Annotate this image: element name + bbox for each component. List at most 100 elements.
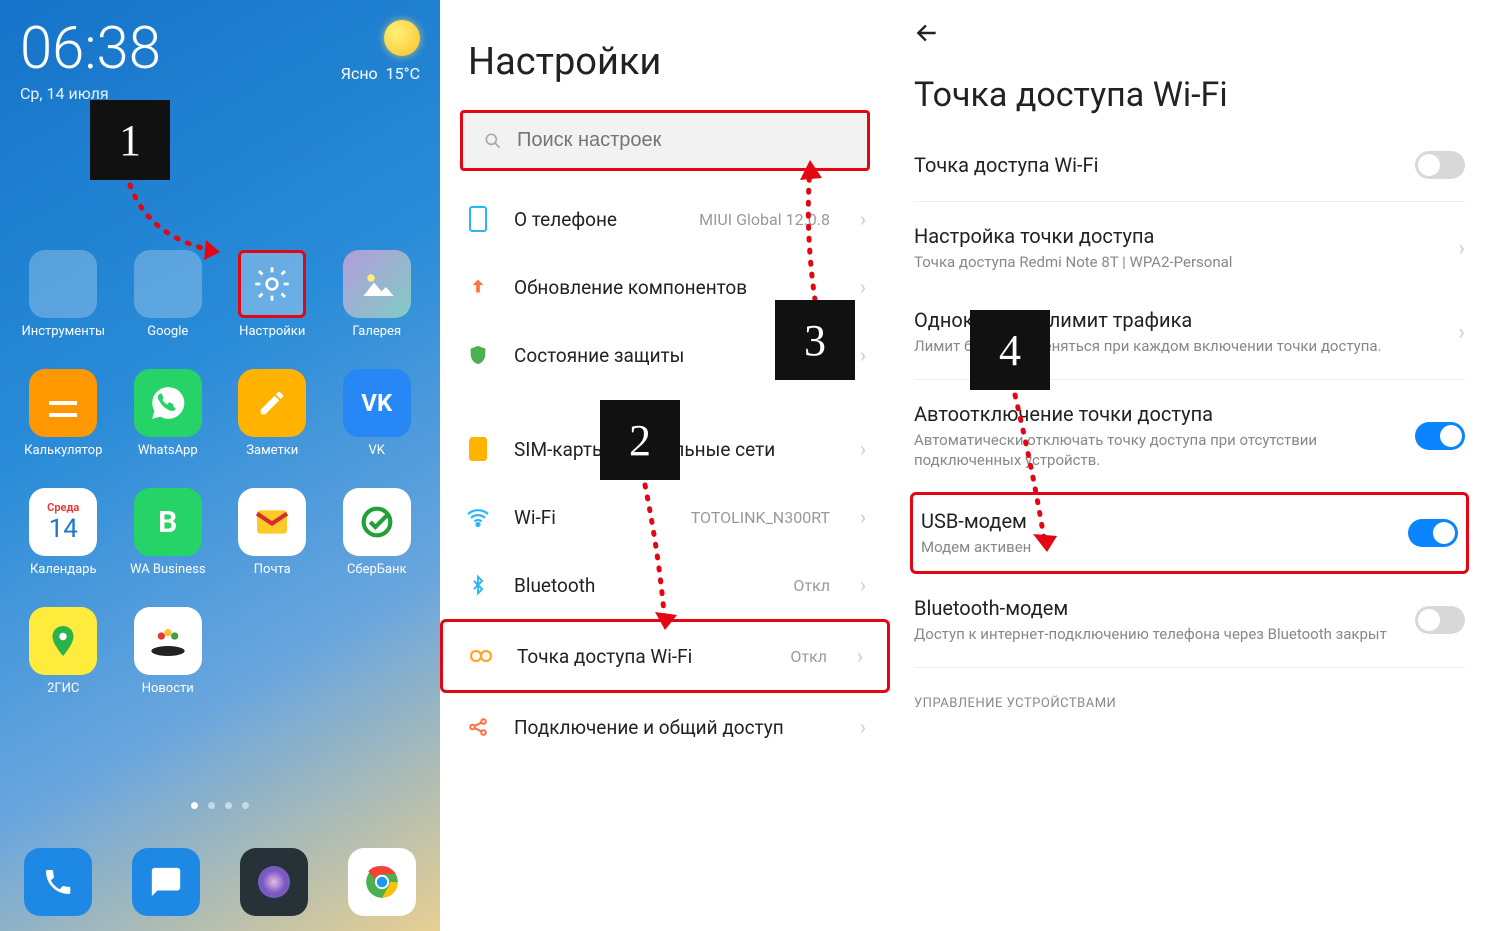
dock-phone-icon[interactable] [24, 848, 92, 916]
step-marker-3: 3 [775, 300, 855, 380]
gear-icon [238, 250, 306, 318]
home-clock-block: 06:38 Ср, 14 июля [20, 20, 161, 103]
app-label: WA Business [130, 562, 206, 577]
step-marker-4: 4 [970, 310, 1050, 390]
wifi-icon [464, 503, 492, 531]
2gis-icon [29, 607, 97, 675]
app-label: Почта [254, 562, 291, 577]
calendar-day-label: Среда [47, 501, 79, 514]
settings-item-connection[interactable]: Подключение и общий доступ › [440, 693, 890, 761]
app-calculator[interactable]: Калькулятор [20, 369, 107, 458]
chevron-right-icon: › [860, 343, 866, 367]
h-title: Точка доступа Wi-Fi [914, 153, 1399, 177]
app-vk[interactable]: VK VK [334, 369, 421, 458]
back-button[interactable] [890, 0, 1489, 53]
app-label: Новости [142, 681, 194, 696]
app-wa-business[interactable]: B WA Business [125, 488, 212, 577]
dock-chrome-icon[interactable] [348, 848, 416, 916]
app-label: Инструменты [21, 324, 105, 339]
chevron-right-icon: › [860, 437, 866, 461]
dock-camera-icon[interactable] [240, 848, 308, 916]
app-label: Google [147, 324, 188, 339]
hotspot-item-enable[interactable]: Точка доступа Wi-Fi [890, 133, 1489, 197]
h-title: USB-модем [921, 509, 1392, 533]
app-mail[interactable]: Почта [229, 488, 316, 577]
step-marker-1: 1 [90, 100, 170, 180]
chevron-right-icon: › [860, 715, 866, 739]
calculator-icon [29, 369, 97, 437]
home-weather[interactable]: Ясно 15°C [341, 20, 420, 83]
settings-screen: Настройки О телефоне MIUI Global 12.0.8 … [440, 0, 890, 931]
hotspot-item-bt[interactable]: Bluetooth-модем Доступ к интернет-подклю… [890, 578, 1489, 662]
folder-icon [29, 250, 97, 318]
app-label: Настройки [239, 324, 305, 339]
settings-item-label: Обновление компонентов [514, 276, 830, 299]
arrow-trail-2 [635, 480, 695, 650]
app-news[interactable]: Новости [125, 607, 212, 696]
calendar-day-num: 14 [49, 514, 78, 544]
hotspot-section-devices: УПРАВЛЕНИЕ УСТРОЙСТВАМИ [890, 672, 1489, 719]
arrow-trail-3 [790, 150, 850, 310]
divider [914, 667, 1465, 668]
hotspot-screen: Точка доступа Wi-Fi Точка доступа Wi-Fi … [890, 0, 1489, 931]
toggle-hotspot[interactable] [1415, 151, 1465, 179]
app-instruments[interactable]: Инструменты [20, 250, 107, 339]
home-pager [0, 802, 440, 809]
news-icon [134, 607, 202, 675]
app-2gis[interactable]: 2ГИС [20, 607, 107, 696]
home-clock: 06:38 [20, 20, 161, 78]
hotspot-item-autooff[interactable]: Автоотключение точки доступа Автоматичес… [890, 384, 1489, 489]
home-status-row: 06:38 Ср, 14 июля Ясно 15°C [0, 0, 440, 103]
hotspot-title: Точка доступа Wi-Fi [890, 53, 1489, 133]
home-dock [0, 848, 440, 916]
settings-search-input[interactable] [517, 129, 847, 152]
toggle-usb-modem[interactable] [1408, 519, 1458, 547]
search-icon [483, 131, 503, 151]
hotspot-item-usb[interactable]: USB-модем Модем активен [910, 492, 1469, 574]
home-weather-text: Ясно 15°C [341, 64, 420, 83]
chevron-right-icon: › [857, 644, 863, 668]
settings-item-label: Подключение и общий доступ [514, 716, 830, 739]
home-weather-temp: 15°C [386, 64, 420, 83]
step-marker-2: 2 [600, 400, 680, 480]
toggle-autooff[interactable] [1415, 422, 1465, 450]
app-label: 2ГИС [47, 681, 79, 696]
h-sub: Автоматически отключать точку доступа пр… [914, 430, 1399, 471]
app-label: Калькулятор [24, 443, 102, 458]
app-gallery[interactable]: Галерея [334, 250, 421, 339]
settings-item-value: Откл [793, 576, 830, 595]
wa-business-icon: B [134, 488, 202, 556]
divider [914, 201, 1465, 202]
chevron-right-icon: › [860, 573, 866, 597]
arrow-trail-1 [120, 180, 240, 270]
app-settings[interactable]: Настройки [229, 250, 316, 339]
h-title: Bluetooth-модем [914, 596, 1399, 620]
dock-messages-icon[interactable] [132, 848, 200, 916]
sim-icon [464, 435, 492, 463]
app-label: VK [369, 443, 385, 458]
h-title: Настройка точки доступа [914, 224, 1442, 248]
home-weather-cond: Ясно [341, 64, 378, 83]
h-title: Автоотключение точки доступа [914, 402, 1399, 426]
notes-icon [238, 369, 306, 437]
app-label: Календарь [30, 562, 97, 577]
app-sberbank[interactable]: СберБанк [334, 488, 421, 577]
toggle-bt-modem[interactable] [1415, 606, 1465, 634]
h-sub: Точка доступа Redmi Note 8T | WPA2-Perso… [914, 252, 1442, 272]
phone-info-icon [464, 205, 492, 233]
arrow-left-icon [914, 20, 940, 46]
hotspot-item-setup[interactable]: Настройка точки доступа Точка доступа Re… [890, 206, 1489, 290]
home-screen: 06:38 Ср, 14 июля Ясно 15°C 1 Инструмент… [0, 0, 440, 931]
app-label: СберБанк [347, 562, 407, 577]
app-label: WhatsApp [138, 443, 198, 458]
chevron-right-icon: › [860, 207, 866, 231]
chevron-right-icon: › [1458, 236, 1465, 261]
app-notes[interactable]: Заметки [229, 369, 316, 458]
settings-item-value: Откл [790, 647, 827, 666]
chevron-right-icon: › [860, 275, 866, 299]
bluetooth-icon [464, 571, 492, 599]
settings-title: Настройки [440, 0, 890, 96]
app-calendar[interactable]: Среда 14 Календарь [20, 488, 107, 577]
app-whatsapp[interactable]: WhatsApp [125, 369, 212, 458]
vk-icon: VK [343, 369, 411, 437]
